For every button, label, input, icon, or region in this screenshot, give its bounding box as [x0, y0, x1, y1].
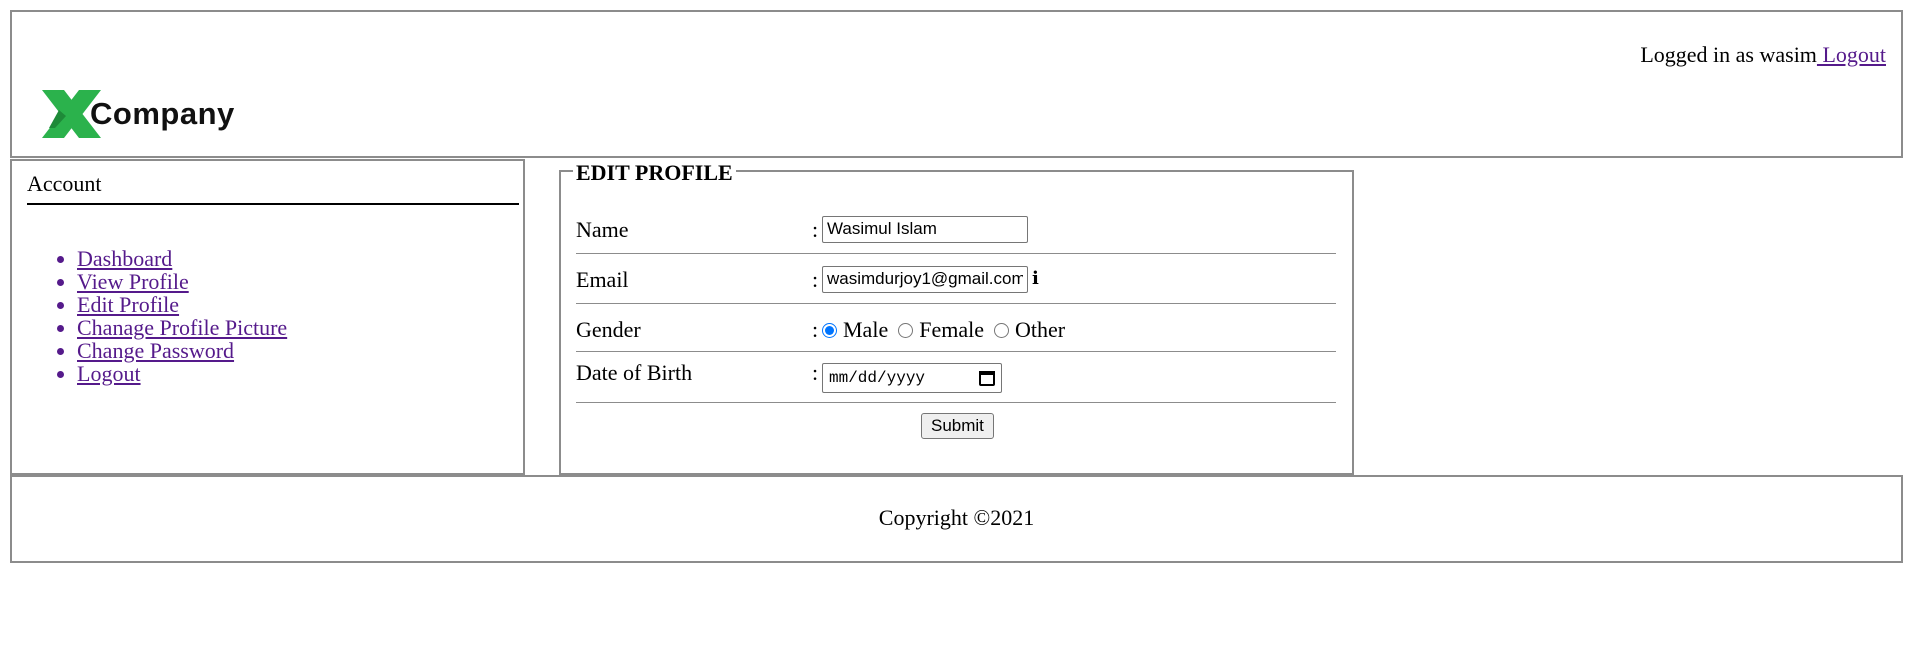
calendar-icon[interactable]	[979, 370, 995, 386]
sidebar-item-edit-profile: Edit Profile	[77, 293, 287, 316]
edit-profile-fieldset: EDIT PROFILE Name : Email : i Gender : M…	[559, 160, 1354, 475]
submit-button[interactable]: Submit	[921, 413, 994, 439]
sidebar-item-dashboard: Dashboard	[77, 247, 287, 270]
email-row: Email : i	[576, 264, 1336, 294]
form-legend: EDIT PROFILE	[573, 160, 736, 186]
dob-date-input[interactable]: mm/dd/yyyy	[822, 363, 1002, 393]
login-info: Logged in as wasim Logout	[1640, 42, 1886, 68]
email-input[interactable]	[822, 265, 1028, 293]
sidebar-title: Account	[27, 171, 102, 196]
sidebar-item-change-password: Change Password	[77, 339, 287, 362]
edit-profile-link[interactable]: Edit Profile	[77, 292, 179, 317]
sidebar-item-change-picture: Chanage Profile Picture	[77, 316, 287, 339]
sidebar-divider	[27, 203, 519, 205]
name-colon: :	[812, 217, 819, 242]
row-divider	[576, 303, 1336, 304]
dob-placeholder: mm/dd/yyyy	[829, 369, 926, 387]
gender-radio-group: Male Female Other	[816, 317, 1065, 343]
copyright-text: Copyright ©2021	[878, 505, 1035, 530]
logo-text: Company	[90, 96, 235, 131]
page-header: Logged in as wasim Logout Company	[10, 10, 1903, 158]
sidebar-item-logout: Logout	[77, 362, 287, 385]
gender-row: Gender : Male Female Other	[576, 314, 1336, 344]
info-icon: i	[1032, 268, 1039, 290]
gender-male-radio[interactable]	[822, 322, 837, 338]
account-sidebar: Account Dashboard View Profile Edit Prof…	[10, 159, 525, 475]
dashboard-link[interactable]: Dashboard	[77, 246, 172, 271]
gender-label: Gender	[576, 317, 641, 342]
gender-other-label: Other	[1014, 317, 1066, 342]
logged-in-text: Logged in as wasim	[1640, 42, 1817, 67]
row-divider	[576, 351, 1336, 352]
sidebar-item-view-profile: View Profile	[77, 270, 287, 293]
name-row: Name :	[576, 214, 1336, 244]
name-input[interactable]	[822, 215, 1028, 243]
email-colon: :	[812, 267, 819, 292]
gender-male-label: Male	[843, 317, 889, 342]
row-divider	[576, 253, 1336, 254]
page-footer: Copyright ©2021	[10, 475, 1903, 563]
row-divider	[576, 402, 1336, 403]
email-label: Email	[576, 267, 629, 292]
logout-link[interactable]: Logout	[1817, 42, 1886, 67]
dob-colon: :	[812, 360, 819, 385]
view-profile-link[interactable]: View Profile	[77, 269, 189, 294]
dob-row: Date of Birth : mm/dd/yyyy	[576, 360, 1336, 394]
sidebar-menu: Dashboard View Profile Edit Profile Chan…	[12, 247, 287, 385]
gender-female-radio[interactable]	[898, 322, 914, 338]
dob-label: Date of Birth	[576, 360, 693, 385]
gender-female-label: Female	[919, 317, 984, 342]
name-label: Name	[576, 217, 629, 242]
sidebar-logout-link[interactable]: Logout	[77, 361, 141, 386]
change-profile-picture-link[interactable]: Chanage Profile Picture	[77, 315, 287, 340]
gender-other-radio[interactable]	[993, 322, 1009, 338]
change-password-link[interactable]: Change Password	[77, 338, 234, 363]
